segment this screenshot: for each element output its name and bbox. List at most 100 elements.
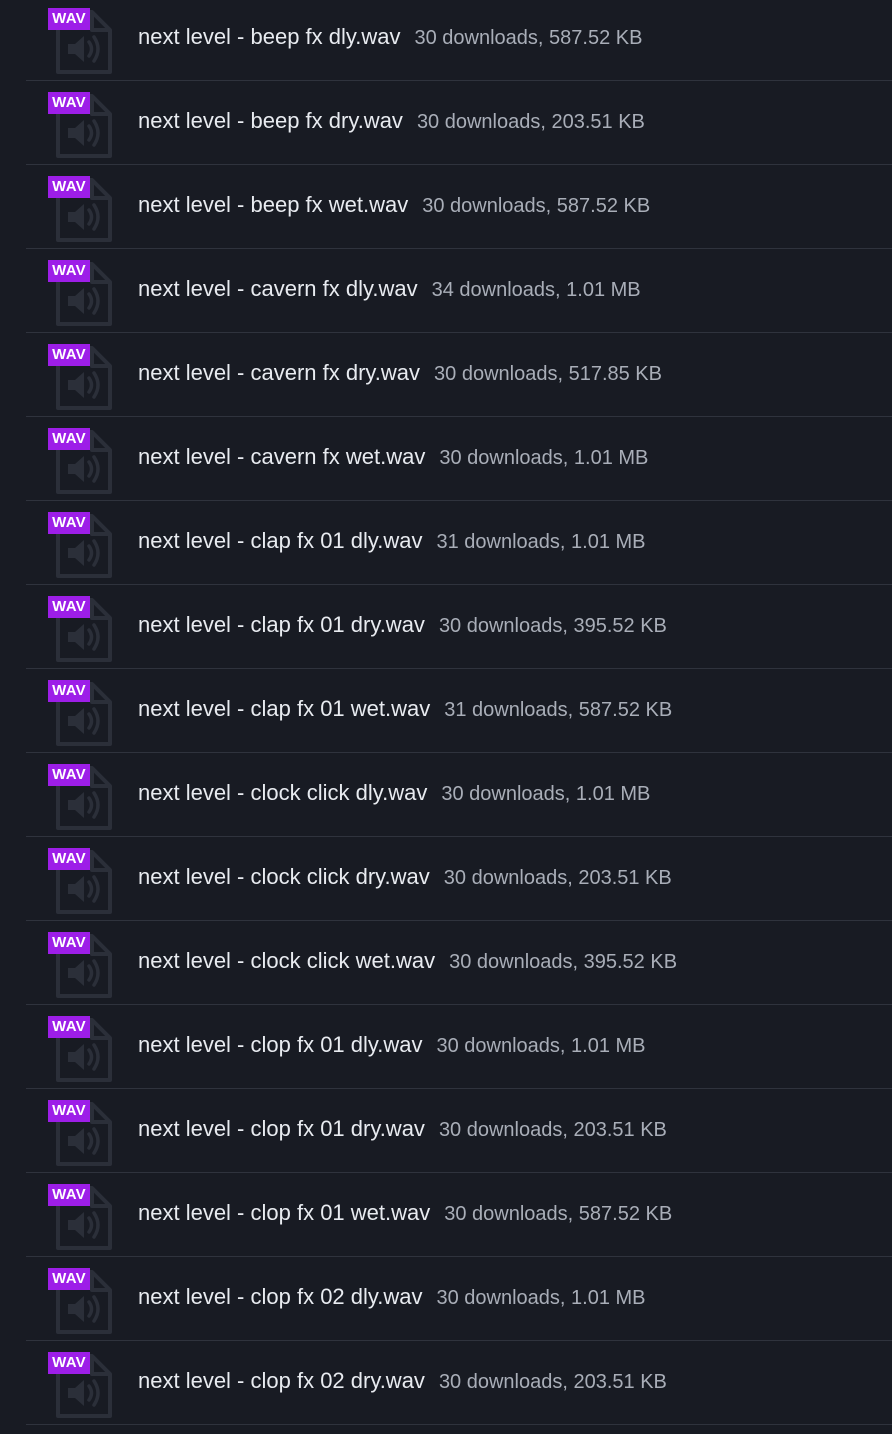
file-name[interactable]: next level - clop fx 01 wet.wav [138, 1200, 430, 1225]
file-name-link[interactable]: next level - clock click dly.wav 30 downl… [138, 779, 650, 808]
file-row[interactable]: WAV next level - clop fx 02 dly.wav 30 dow… [26, 1257, 892, 1341]
file-name-link[interactable]: next level - beep fx wet.wav 30 downloads… [138, 191, 650, 220]
file-name[interactable]: next level - beep fx dry.wav [138, 108, 403, 133]
file-type-badge: WAV [48, 1268, 90, 1290]
file-row[interactable]: WAV next level - beep fx dly.wav 30 downlo… [26, 0, 892, 81]
file-name[interactable]: next level - clock click wet.wav [138, 948, 435, 973]
file-type-badge: WAV [48, 764, 90, 786]
file-type-badge: WAV [48, 260, 90, 282]
file-name[interactable]: next level - cavern fx dly.wav [138, 276, 418, 301]
file-name-link[interactable]: next level - clop fx 02 dly.wav 30 downlo… [138, 1283, 646, 1312]
file-name-link[interactable]: next level - clap fx 01 dry.wav 30 downlo… [138, 611, 667, 640]
file-name-link[interactable]: next level - clock click wet.wav 30 downl… [138, 947, 677, 976]
file-row[interactable]: WAV next level - clap fx 01 dry.wav 30 dow… [26, 585, 892, 669]
audio-file-icon: WAV [48, 848, 118, 914]
audio-file-icon: WAV [48, 1268, 118, 1334]
file-meta: 30 downloads, 395.52 KB [449, 951, 678, 973]
file-name[interactable]: next level - clop fx 02 dry.wav [138, 1368, 425, 1393]
file-row[interactable]: WAV next level - cavern fx dry.wav 30 down… [26, 333, 892, 417]
file-name-link[interactable]: next level - beep fx dly.wav 30 downloads… [138, 23, 642, 52]
file-type-badge: WAV [48, 680, 90, 702]
file-meta: 30 downloads, 587.52 KB [422, 195, 651, 217]
file-name[interactable]: next level - clop fx 01 dly.wav [138, 1032, 423, 1057]
file-row[interactable]: WAV next level - clop fx 01 wet.wav 30 dow… [26, 1173, 892, 1257]
file-type-badge: WAV [48, 1184, 90, 1206]
file-name[interactable]: next level - cavern fx wet.wav [138, 444, 425, 469]
audio-file-icon: WAV [48, 1100, 118, 1166]
file-meta: 34 downloads, 1.01 MB [431, 279, 641, 301]
file-meta: 30 downloads, 203.51 KB [438, 1371, 667, 1393]
file-row[interactable]: WAV next level - beep fx dry.wav 30 downlo… [26, 81, 892, 165]
file-row[interactable]: WAV next level - clap fx 01 dly.wav 31 dow… [26, 501, 892, 585]
file-meta: 31 downloads, 1.01 MB [436, 531, 646, 553]
audio-file-icon: WAV [48, 680, 118, 746]
file-row[interactable]: WAV next level - clop fx 01 dry.wav 30 dow… [26, 1089, 892, 1173]
file-row[interactable]: WAV next level - clop fx 02 dry.wav 30 dow… [26, 1341, 892, 1425]
file-name-link[interactable]: next level - beep fx dry.wav 30 downloads… [138, 107, 645, 136]
file-name[interactable]: next level - clock click dry.wav [138, 864, 430, 889]
file-meta: 30 downloads, 517.85 KB [434, 363, 662, 385]
audio-file-icon: WAV [48, 344, 118, 410]
file-row[interactable]: WAV next level - clock click wet.wav 30 do… [26, 921, 892, 1005]
file-meta: 30 downloads, 1.01 MB [441, 783, 651, 805]
file-name-link[interactable]: next level - clop fx 01 dry.wav 30 downlo… [138, 1115, 667, 1144]
file-name-link[interactable]: next level - clap fx 01 dly.wav 31 downlo… [138, 527, 646, 556]
file-name[interactable]: next level - clock click dly.wav [138, 780, 427, 805]
file-meta: 30 downloads, 1.01 MB [436, 1035, 646, 1057]
file-type-badge: WAV [48, 428, 90, 450]
file-meta: 30 downloads, 1.01 MB [439, 447, 649, 469]
file-row[interactable]: WAV next level - cavern fx dly.wav 34 down… [26, 249, 892, 333]
file-name-link[interactable]: next level - clop fx 01 dly.wav 30 downlo… [138, 1031, 646, 1060]
file-name-link[interactable]: next level - clop fx 01 wet.wav 30 downlo… [138, 1199, 672, 1228]
audio-file-icon: WAV [48, 932, 118, 998]
file-name-link[interactable]: next level - cavern fx dry.wav 30 downloa… [138, 359, 662, 388]
file-type-badge: WAV [48, 596, 90, 618]
file-name[interactable]: next level - clap fx 01 dly.wav [138, 528, 423, 553]
file-meta: 30 downloads, 587.52 KB [414, 27, 643, 49]
file-name[interactable]: next level - clap fx 01 dry.wav [138, 612, 425, 637]
audio-file-icon: WAV [48, 1016, 118, 1082]
audio-file-icon: WAV [48, 176, 118, 242]
audio-file-icon: WAV [48, 428, 118, 494]
file-name-link[interactable]: next level - cavern fx wet.wav 30 downloa… [138, 443, 648, 472]
file-type-badge: WAV [48, 1352, 90, 1374]
audio-file-icon: WAV [48, 92, 118, 158]
file-name[interactable]: next level - cavern fx dry.wav [138, 360, 420, 385]
file-row[interactable]: WAV next level - beep fx wet.wav 30 downlo… [26, 165, 892, 249]
audio-file-icon: WAV [48, 764, 118, 830]
file-type-badge: WAV [48, 848, 90, 870]
file-type-badge: WAV [48, 1016, 90, 1038]
file-type-badge: WAV [48, 176, 90, 198]
file-meta: 30 downloads, 395.52 KB [438, 615, 667, 637]
file-type-badge: WAV [48, 92, 90, 114]
file-name-link[interactable]: next level - clop fx 02 dry.wav 30 downlo… [138, 1367, 667, 1396]
file-type-badge: WAV [48, 932, 90, 954]
file-name[interactable]: next level - clap fx 01 wet.wav [138, 696, 430, 721]
audio-file-icon: WAV [48, 1352, 118, 1418]
file-row[interactable]: WAV next level - cavern fx wet.wav 30 down… [26, 417, 892, 501]
file-name[interactable]: next level - beep fx dly.wav [138, 24, 401, 49]
file-name[interactable]: next level - beep fx wet.wav [138, 192, 408, 217]
file-name[interactable]: next level - clop fx 01 dry.wav [138, 1116, 425, 1141]
audio-file-icon: WAV [48, 260, 118, 326]
file-row[interactable]: WAV next level - clop fx 01 dly.wav 30 dow… [26, 1005, 892, 1089]
file-type-badge: WAV [48, 344, 90, 366]
audio-file-icon: WAV [48, 8, 118, 74]
file-name-link[interactable]: next level - clock click dry.wav 30 downl… [138, 863, 672, 892]
file-meta: 30 downloads, 203.51 KB [443, 867, 672, 889]
file-meta: 31 downloads, 587.52 KB [444, 699, 673, 721]
file-meta: 30 downloads, 203.51 KB [438, 1119, 667, 1141]
file-type-badge: WAV [48, 8, 90, 30]
file-name[interactable]: next level - clop fx 02 dly.wav [138, 1284, 423, 1309]
file-row[interactable]: WAV next level - clap fx 01 wet.wav 31 dow… [26, 669, 892, 753]
file-type-badge: WAV [48, 512, 90, 534]
file-list: WAV next level - beep fx dly.wav 30 downlo… [0, 0, 892, 1434]
file-meta: 30 downloads, 203.51 KB [416, 111, 645, 133]
file-meta: 30 downloads, 587.52 KB [444, 1203, 673, 1225]
audio-file-icon: WAV [48, 1184, 118, 1250]
file-name-link[interactable]: next level - clap fx 01 wet.wav 31 downlo… [138, 695, 672, 724]
file-row[interactable]: WAV next level - clock click dry.wav 30 do… [26, 837, 892, 921]
file-type-badge: WAV [48, 1100, 90, 1122]
file-row[interactable]: WAV next level - clock click dly.wav 30 do… [26, 753, 892, 837]
file-name-link[interactable]: next level - cavern fx dly.wav 34 downloa… [138, 275, 641, 304]
